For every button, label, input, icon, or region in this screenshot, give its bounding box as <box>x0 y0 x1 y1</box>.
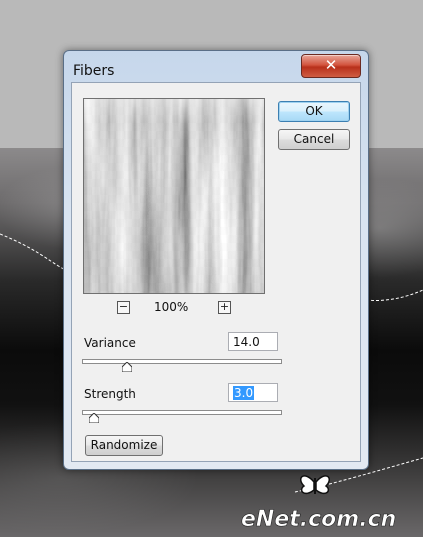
zoom-out-button[interactable]: − <box>117 301 130 314</box>
variance-label: Variance <box>84 336 136 350</box>
zoom-in-button[interactable]: + <box>218 301 231 314</box>
variance-slider-thumb[interactable] <box>122 362 133 372</box>
zoom-level: 100% <box>154 300 189 314</box>
watermark-text: eNet.com.cn <box>241 507 396 532</box>
strength-input[interactable]: 3.0 <box>228 383 278 402</box>
variance-slider[interactable] <box>82 359 282 372</box>
fibers-preview-image <box>84 99 264 293</box>
filter-preview[interactable] <box>83 98 265 294</box>
strength-slider-thumb[interactable] <box>88 413 99 423</box>
close-button[interactable]: ✕ <box>301 54 361 78</box>
dialog-body: − 100% + OK Cancel Variance 14.0 Strengt… <box>71 82 361 462</box>
strength-slider[interactable] <box>82 410 282 423</box>
plus-icon: + <box>219 300 230 313</box>
cancel-button[interactable]: Cancel <box>278 129 350 150</box>
fibers-dialog: Fibers ✕ − 100% + OK Cancel Variance 14.… <box>63 50 369 470</box>
strength-value: 3.0 <box>233 386 255 400</box>
butterfly-logo-icon <box>300 475 330 495</box>
randomize-button[interactable]: Randomize <box>85 435 163 456</box>
minus-icon: − <box>118 300 129 313</box>
strength-label: Strength <box>84 387 136 401</box>
variance-input[interactable]: 14.0 <box>228 332 278 351</box>
dialog-title: Fibers <box>73 63 115 79</box>
close-icon: ✕ <box>324 56 338 74</box>
ok-button[interactable]: OK <box>278 101 350 122</box>
